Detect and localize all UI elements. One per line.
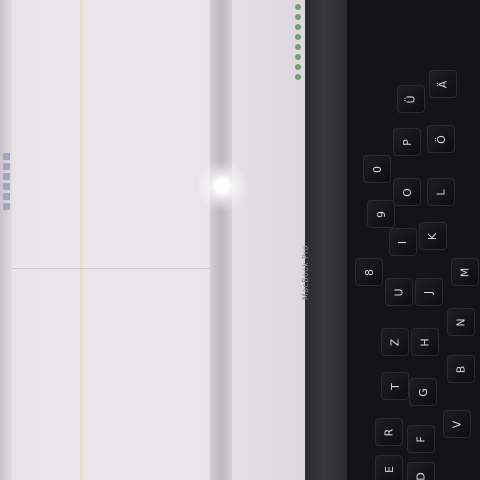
key: P — [393, 128, 421, 156]
status-dot-icon — [295, 44, 301, 50]
editor-split-gutter — [210, 0, 232, 480]
status-dot-icon — [295, 24, 301, 30]
photo-scene: MacBook Pro 8 9 0 P Ü L Ö Ä K J M N U I … — [0, 0, 480, 480]
key: N — [447, 308, 475, 336]
key: Z — [381, 328, 409, 356]
key: O — [393, 178, 421, 206]
key: D — [407, 462, 435, 480]
key: 0 — [363, 155, 391, 183]
toolbar-icon — [3, 183, 10, 190]
status-dot-icon — [295, 14, 301, 20]
toolbar-icon — [3, 193, 10, 200]
key: I — [389, 228, 417, 256]
toolbar-icon — [3, 153, 10, 160]
key: G — [409, 378, 437, 406]
status-dot-icon — [295, 64, 301, 70]
editor-toolbar — [2, 150, 12, 480]
key: 8 — [355, 258, 383, 286]
key: Ö — [427, 125, 455, 153]
key: F — [407, 425, 435, 453]
key: J — [415, 278, 443, 306]
key: E — [375, 455, 403, 480]
status-dot-icon — [295, 74, 301, 80]
keyboard: 8 9 0 P Ü L Ö Ä K J M N U I O H Z T G B … — [347, 0, 480, 480]
key: K — [419, 222, 447, 250]
key: M — [451, 258, 479, 286]
brand-label: MacBook Pro — [301, 245, 310, 300]
status-dot-icon — [295, 4, 301, 10]
key: Ä — [429, 70, 457, 98]
editor-horizontal-line — [12, 268, 210, 269]
laptop-bezel — [305, 0, 347, 480]
key: R — [375, 418, 403, 446]
toolbar-icon — [3, 203, 10, 210]
toolbar-icon — [3, 163, 10, 170]
editor-margin-line — [80, 0, 83, 480]
key: B — [447, 355, 475, 383]
laptop-screen — [0, 0, 305, 480]
key: L — [427, 178, 455, 206]
status-dot-icon — [295, 54, 301, 60]
light-glare — [196, 160, 248, 212]
key: T — [381, 372, 409, 400]
key: Ü — [397, 85, 425, 113]
toolbar-icon — [3, 173, 10, 180]
key: V — [443, 410, 471, 438]
key: U — [385, 278, 413, 306]
status-icons — [294, 0, 302, 130]
key: H — [411, 328, 439, 356]
key: 9 — [367, 200, 395, 228]
status-dot-icon — [295, 34, 301, 40]
